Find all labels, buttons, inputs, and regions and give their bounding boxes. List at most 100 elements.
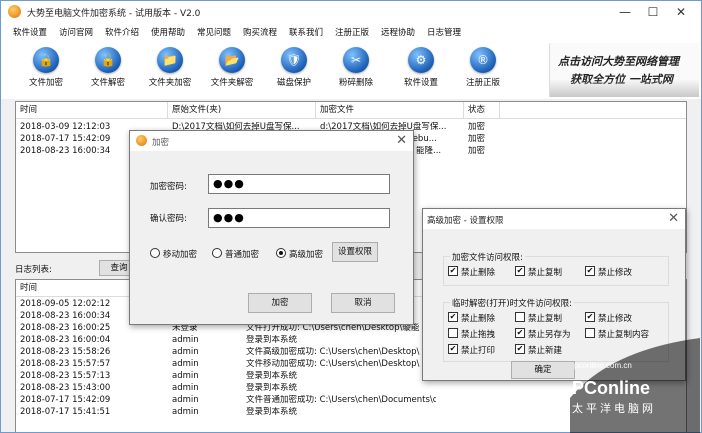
toolbar-register-button[interactable]: ® 注册正版: [452, 47, 514, 93]
watermark-brand: PConline: [572, 378, 650, 398]
column-header-status[interactable]: 状态: [464, 102, 500, 119]
mode-advanced-radio[interactable]: [276, 248, 286, 258]
menu-contact[interactable]: 联系我们: [289, 26, 323, 38]
g2-forbid-copy-label[interactable]: 禁止复制: [528, 312, 562, 324]
g1-forbid-delete-label[interactable]: 禁止删除: [461, 266, 495, 278]
g2-forbid-print-label[interactable]: 禁止打印: [461, 344, 495, 356]
group-title: 临时解密(打开)时文件访问权限:: [450, 297, 574, 309]
toolbar-settings-button[interactable]: ⚙ 软件设置: [390, 47, 452, 93]
toolbar-folder-encrypt-button[interactable]: 📁 文件夹加密: [139, 47, 201, 93]
g2-forbid-print-checkbox[interactable]: ✔: [448, 344, 458, 354]
mode-normal-label[interactable]: 普通加密: [225, 248, 259, 260]
log-cell: admin: [172, 347, 199, 357]
table-cell: 加密: [468, 122, 486, 132]
permissions-ok-button[interactable]: 确定: [511, 361, 575, 379]
g1-forbid-copy-checkbox[interactable]: ✔: [515, 266, 525, 276]
g2-forbid-modify-checkbox[interactable]: ✔: [585, 312, 595, 322]
log-cell: 2018-07-17 15:41:51: [20, 407, 111, 417]
menu-remote-assist[interactable]: 远程协助: [381, 26, 415, 38]
watermark-domain: pconline.com.cn: [574, 361, 632, 370]
g2-forbid-drag-checkbox[interactable]: [448, 328, 458, 338]
menu-log-manage[interactable]: 日志管理: [427, 26, 461, 38]
toolbar-folder-decrypt-button[interactable]: 📂 文件夹解密: [201, 47, 263, 93]
g2-forbid-saveas-checkbox[interactable]: ✔: [515, 328, 525, 338]
toolbar-label: 粉碎删除: [338, 78, 373, 88]
password-field[interactable]: ●●●: [208, 174, 390, 194]
mode-move-radio[interactable]: [150, 248, 160, 258]
pconline-watermark: pconline.com.cn PConline 太平洋电脑网: [570, 338, 700, 433]
file-lock-icon: 🔒: [33, 47, 59, 73]
maximize-button[interactable]: ☐: [639, 3, 667, 21]
g1-forbid-delete-checkbox[interactable]: ✔: [448, 266, 458, 276]
toolbar-label: 文件夹加密: [148, 78, 192, 88]
registered-icon: ®: [470, 47, 496, 73]
log-cell: 登录到本系统: [246, 383, 298, 393]
g2-forbid-saveas-label[interactable]: 禁止另存为: [528, 328, 571, 340]
disk-shield-icon: 🛡: [281, 47, 307, 73]
log-cell: 文件移动加密成功: C:\Users\chen\Desktop\: [246, 359, 420, 369]
mode-move-label[interactable]: 移动加密: [163, 248, 197, 260]
log-cell: 2018-07-17 15:42:09: [20, 395, 111, 405]
g2-forbid-new-label[interactable]: 禁止新建: [528, 344, 562, 356]
g1-forbid-copy-label[interactable]: 禁止复制: [528, 266, 562, 278]
close-button[interactable]: ✕: [667, 3, 695, 21]
log-cell: 登录到本系统: [246, 335, 298, 345]
dialog-title-bar: 高级加密 - 设置权限 ✕: [423, 209, 685, 229]
confirm-password-field[interactable]: ●●●: [208, 208, 390, 228]
log-cell: admin: [172, 359, 199, 369]
menu-help[interactable]: 使用帮助: [151, 26, 185, 38]
promo-banner[interactable]: 点击访问大势至网络管理 获取全方位 一站式网: [549, 43, 699, 97]
encrypt-ok-button[interactable]: 加密: [248, 293, 312, 313]
g2-forbid-modify-label[interactable]: 禁止修改: [598, 312, 632, 324]
toolbar-label: 文件加密: [28, 78, 63, 88]
shred-icon: ✂: [343, 47, 369, 73]
log-cell: 文件普通加密成功: C:\Users\chen\Documents\debug.…: [246, 395, 436, 405]
log-cell: admin: [172, 407, 199, 417]
menu-purchase[interactable]: 购买流程: [243, 26, 277, 38]
menu-visit-site[interactable]: 访问官网: [59, 26, 93, 38]
mode-advanced-label[interactable]: 高级加密: [289, 248, 323, 260]
g1-forbid-modify-label[interactable]: 禁止修改: [598, 266, 632, 278]
table-cell: 加密: [468, 146, 486, 156]
menu-register[interactable]: 注册正版: [335, 26, 369, 38]
dialog-close-button[interactable]: ✕: [396, 133, 407, 149]
log-cell: 2018-08-23 15:57:13: [20, 371, 111, 381]
g2-forbid-drag-label[interactable]: 禁止拖拽: [461, 328, 495, 340]
toolbar-shred-button[interactable]: ✂ 粉碎删除: [325, 47, 387, 93]
menu-faq[interactable]: 常见问题: [197, 26, 231, 38]
dialog-close-button[interactable]: ✕: [668, 211, 679, 227]
dialog-app-icon: [136, 135, 147, 146]
log-cell: admin: [172, 395, 199, 405]
password-label: 加密密码:: [150, 182, 187, 192]
column-header-time[interactable]: 时间: [16, 102, 168, 119]
g2-forbid-copy-content-checkbox[interactable]: [585, 328, 595, 338]
column-header-encrypted[interactable]: 加密文件: [316, 102, 464, 119]
encrypt-dialog: 加密 ✕ 加密密码: ●●● 确认密码: ●●● 移动加密 普通加密 高级加密 …: [129, 130, 414, 325]
column-header-filler: [500, 102, 686, 119]
g2-forbid-new-checkbox[interactable]: ✔: [515, 344, 525, 354]
log-cell: 文件高级加密成功: C:\Users\chen\Desktop\: [246, 347, 420, 357]
title-bar: 大势至电脑文件加密系统 - 试用版本 - V2.0 — ☐ ✕: [1, 1, 701, 23]
mode-normal-radio[interactable]: [212, 248, 222, 258]
gear-icon: ⚙: [408, 47, 434, 73]
log-cell: admin: [172, 383, 199, 393]
column-header-original[interactable]: 原始文件(夹): [168, 102, 316, 119]
toolbar-file-decrypt-button[interactable]: 🔓 文件解密: [77, 47, 139, 93]
watermark-sub: 太平洋电脑网: [572, 401, 656, 415]
encrypt-cancel-button[interactable]: 取消: [331, 293, 395, 313]
g2-forbid-delete-checkbox[interactable]: ✔: [448, 312, 458, 322]
g2-forbid-delete-label[interactable]: 禁止删除: [461, 312, 495, 324]
banner-mountain: [550, 79, 699, 97]
menu-bar: 软件设置 访问官网 软件介绍 使用帮助 常见问题 购买流程 联系我们 注册正版 …: [1, 23, 701, 39]
minimize-button[interactable]: —: [611, 3, 639, 21]
toolbar-disk-protect-button[interactable]: 🛡 磁盘保护: [263, 47, 325, 93]
set-permissions-button[interactable]: 设置权限: [332, 242, 378, 262]
toolbar-label: 软件设置: [403, 78, 438, 88]
g1-forbid-modify-checkbox[interactable]: ✔: [585, 266, 595, 276]
toolbar-label: 注册正版: [465, 78, 500, 88]
toolbar: 🔒 文件加密 🔓 文件解密 📁 文件夹加密 📂 文件夹解密 🛡 磁盘保护 ✂ 粉…: [1, 39, 701, 99]
toolbar-file-encrypt-button[interactable]: 🔒 文件加密: [15, 47, 77, 93]
menu-software-settings[interactable]: 软件设置: [13, 26, 47, 38]
g2-forbid-copy-checkbox[interactable]: [515, 312, 525, 322]
menu-intro[interactable]: 软件介绍: [105, 26, 139, 38]
